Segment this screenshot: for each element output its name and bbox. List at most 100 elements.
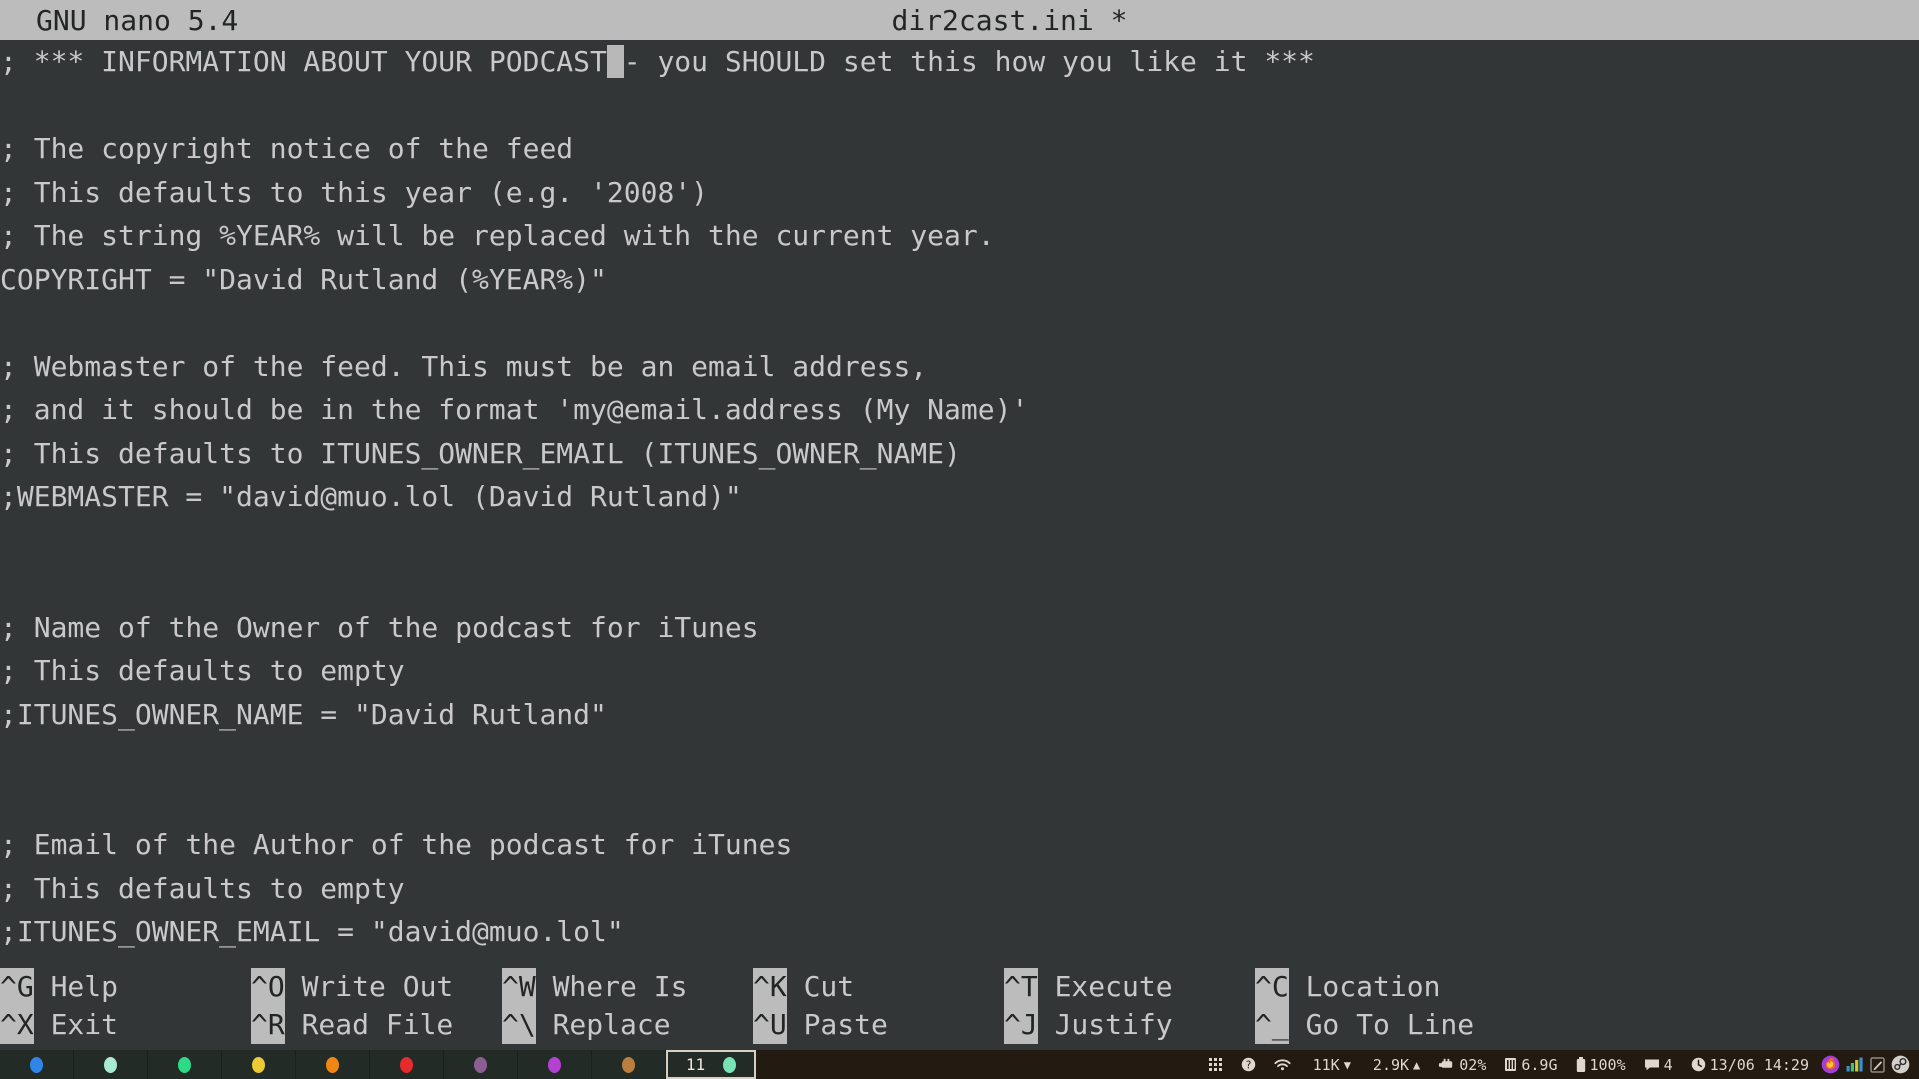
workspace-dot-icon bbox=[548, 1056, 561, 1073]
workspace-button[interactable] bbox=[592, 1050, 666, 1079]
nano-shortcut-bar: ^G Help ^O Write Out ^W Where Is ^K Cut ^T E… bbox=[0, 956, 1919, 1050]
tray-memory[interactable]: 6.9G bbox=[1495, 1050, 1566, 1079]
editor-line bbox=[0, 562, 1919, 606]
editor-line: COPYRIGHT = "David Rutland (%YEAR%)" bbox=[0, 258, 1919, 302]
shortcut-label: Where Is bbox=[535, 970, 688, 1003]
shortcut-label: Replace bbox=[535, 1008, 671, 1041]
editor-line-text bbox=[0, 785, 17, 818]
tray-app-edit-pen[interactable] bbox=[1867, 1050, 1888, 1079]
editor-line-text: ; This defaults to empty bbox=[0, 654, 405, 687]
editor-line-text bbox=[0, 741, 17, 774]
tray-help[interactable]: ? bbox=[1232, 1050, 1265, 1079]
editor-line: ; This defaults to empty bbox=[0, 867, 1919, 911]
shortcut-label: Execute bbox=[1037, 970, 1173, 1003]
workspace-button[interactable] bbox=[74, 1050, 148, 1079]
editor-line-text: ;ITUNES_OWNER_NAME = "David Rutland" bbox=[0, 697, 607, 731]
tray-download[interactable]: 11K ▼ bbox=[1300, 1050, 1360, 1079]
shortcut-help[interactable]: ^G Help bbox=[0, 968, 118, 1006]
shortcut-label: Cut bbox=[786, 970, 855, 1003]
shortcut-label: Paste bbox=[786, 1008, 888, 1041]
shortcut-key: ^O bbox=[251, 968, 285, 1006]
shortcut-key: ^X bbox=[0, 1006, 34, 1044]
shortcut-write-out[interactable]: ^O Write Out bbox=[251, 968, 453, 1006]
editor-line-text: ; Name of the Owner of the podcast for i… bbox=[0, 610, 759, 644]
editor-line-text: COPYRIGHT = "David Rutland (%YEAR%)" bbox=[0, 262, 607, 296]
shortcut-cut[interactable]: ^K Cut bbox=[753, 968, 854, 1006]
editor-line: ; *** INFORMATION ABOUT YOUR PODCAST - y… bbox=[0, 40, 1919, 84]
edit-pen-icon bbox=[1870, 1056, 1885, 1073]
editor-line-text: ; *** INFORMATION ABOUT YOUR PODCAST bbox=[0, 45, 607, 78]
svg-text:?: ? bbox=[1245, 1059, 1251, 1071]
shortcut-row-secondary: ^X Exit ^R Read File ^\ Replace ^U Paste ^J … bbox=[0, 1006, 1919, 1044]
editor-line-text: ; This defaults to ITUNES_OWNER_EMAIL (I… bbox=[0, 436, 961, 470]
workspace-dot-icon bbox=[104, 1056, 117, 1073]
help-icon: ? bbox=[1241, 1057, 1256, 1072]
workspace-switcher[interactable]: 11 bbox=[0, 1050, 756, 1079]
shortcut-location[interactable]: ^C Location bbox=[1255, 968, 1440, 1006]
workspace-button[interactable] bbox=[444, 1050, 518, 1079]
workspace-button[interactable] bbox=[518, 1050, 592, 1079]
workspace-button[interactable] bbox=[222, 1050, 296, 1079]
tray-wifi[interactable] bbox=[1265, 1050, 1300, 1079]
editor-line-text: ; Email of the Author of the podcast for… bbox=[0, 828, 793, 861]
message-icon bbox=[1644, 1058, 1660, 1071]
editor-line: ; Webmaster of the feed. This must be an… bbox=[0, 345, 1919, 389]
tray-app-signal-bars[interactable] bbox=[1843, 1050, 1867, 1079]
tray-battery[interactable]: 100% bbox=[1567, 1050, 1635, 1079]
workspace-dot-icon bbox=[30, 1056, 43, 1073]
shortcut-key: ^K bbox=[753, 968, 787, 1006]
editor-line-text: ;WEBMASTER = "david@muo.lol (David Rutla… bbox=[0, 480, 742, 513]
desktop-taskbar: 11 ? 11K ▼ 2.9K ▲ 02% 6.9G 100% 4 13/06 14:29 bbox=[0, 1050, 1919, 1079]
shortcut-paste[interactable]: ^U Paste bbox=[753, 1006, 888, 1044]
tray-upload[interactable]: 2.9K ▲ bbox=[1360, 1050, 1429, 1079]
tray-clock[interactable]: 13/06 14:29 bbox=[1682, 1050, 1818, 1079]
editor-line: ; This defaults to ITUNES_OWNER_EMAIL (I… bbox=[0, 432, 1919, 476]
editor-line-text: ; and it should be in the format 'my@ema… bbox=[0, 393, 1029, 426]
shortcut-label: Location bbox=[1288, 970, 1441, 1003]
workspace-dot-icon bbox=[178, 1056, 191, 1073]
tray-app-steam[interactable] bbox=[1888, 1050, 1913, 1079]
editor-line: ; This defaults to empty bbox=[0, 649, 1919, 693]
editor-line-text: ; The copyright notice of the feed bbox=[0, 132, 574, 165]
nano-editor-area[interactable]: ; *** INFORMATION ABOUT YOUR PODCAST - y… bbox=[0, 40, 1919, 956]
tray-cpu[interactable]: 02% bbox=[1429, 1050, 1495, 1079]
wifi-icon bbox=[1274, 1058, 1291, 1072]
workspace-button-active[interactable]: 11 bbox=[666, 1050, 756, 1079]
taskbar-spacer bbox=[756, 1050, 1200, 1079]
shortcut-exit[interactable]: ^X Exit bbox=[0, 1006, 118, 1044]
memory-icon bbox=[1504, 1057, 1517, 1072]
tray-message[interactable]: 4 bbox=[1635, 1050, 1682, 1079]
shortcut-key: ^_ bbox=[1255, 1006, 1289, 1044]
shortcut-key: ^J bbox=[1004, 1006, 1038, 1044]
editor-line-text: ; This defaults to this year (e.g. '2008… bbox=[0, 175, 709, 209]
workspace-button[interactable] bbox=[0, 1050, 74, 1079]
tray-value: 4 bbox=[1663, 1055, 1673, 1074]
shortcut-go-to-line[interactable]: ^_ Go To Line bbox=[1255, 1006, 1474, 1044]
shortcut-key: ^W bbox=[502, 968, 536, 1006]
workspace-button[interactable] bbox=[148, 1050, 222, 1079]
signal-bars-icon bbox=[1846, 1057, 1864, 1072]
editor-line: ;ITUNES_OWNER_EMAIL = "david@muo.lol" bbox=[0, 910, 1919, 954]
editor-line bbox=[0, 736, 1919, 780]
shortcut-where-is[interactable]: ^W Where Is bbox=[502, 968, 687, 1006]
tray-grid[interactable] bbox=[1200, 1050, 1232, 1079]
steam-icon bbox=[1891, 1055, 1910, 1074]
workspace-button[interactable] bbox=[370, 1050, 444, 1079]
editor-line-text: ; The string %YEAR% will be replaced wit… bbox=[0, 219, 995, 252]
tray-app-firefox[interactable] bbox=[1818, 1050, 1843, 1079]
workspace-dot-icon bbox=[326, 1056, 339, 1073]
workspace-button[interactable] bbox=[296, 1050, 370, 1079]
upload-arrow-icon: ▲ bbox=[1413, 1057, 1421, 1072]
shortcut-read-file[interactable]: ^R Read File bbox=[251, 1006, 453, 1044]
shortcut-execute[interactable]: ^T Execute bbox=[1004, 968, 1173, 1006]
tray-value: 02% bbox=[1459, 1055, 1487, 1074]
editor-line-text: ;ITUNES_OWNER_EMAIL = "david@muo.lol" bbox=[0, 915, 624, 948]
workspace-dot-icon bbox=[474, 1056, 487, 1073]
shortcut-key: ^\ bbox=[502, 1006, 536, 1044]
shortcut-replace[interactable]: ^\ Replace bbox=[502, 1006, 671, 1044]
editor-line bbox=[0, 780, 1919, 824]
editor-line-text bbox=[0, 524, 17, 557]
tray-value: 13/06 14:29 bbox=[1709, 1055, 1809, 1074]
shortcut-justify[interactable]: ^J Justify bbox=[1004, 1006, 1173, 1044]
editor-line bbox=[0, 84, 1919, 128]
